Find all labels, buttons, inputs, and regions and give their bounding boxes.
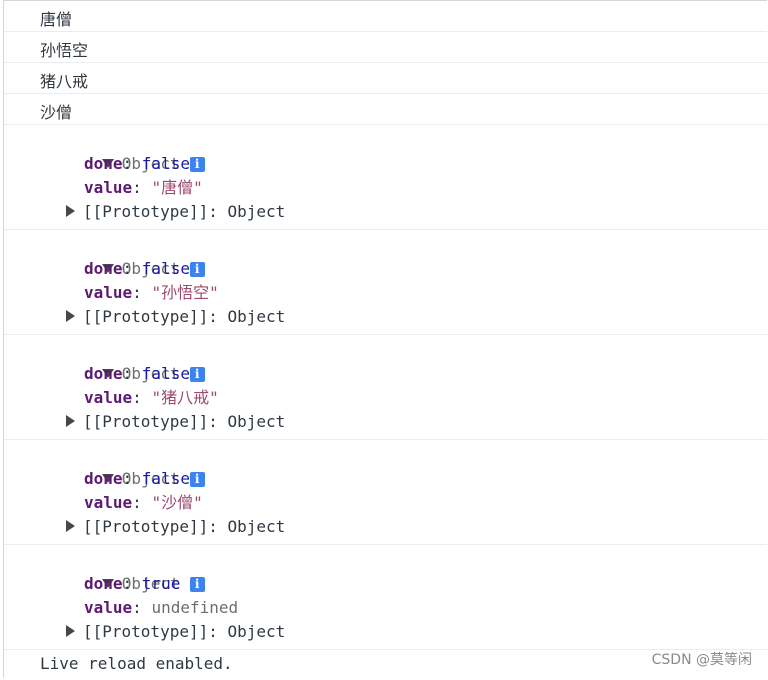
- info-icon[interactable]: i: [189, 262, 205, 277]
- property-value: false: [141, 154, 190, 173]
- property-done: done: false: [84, 364, 190, 383]
- live-reload-message: Live reload enabled.: [40, 654, 233, 673]
- object-header[interactable]: Object i: [44, 548, 205, 593]
- prototype-key: [[Prototype]]: [83, 412, 209, 431]
- property-done: done: false: [84, 154, 190, 173]
- property-key: value: [84, 493, 133, 512]
- property-value: false: [141, 469, 190, 488]
- property-value: true: [141, 574, 181, 593]
- expand-triangle-icon[interactable]: [66, 520, 75, 532]
- property-value: undefined: [151, 598, 239, 617]
- info-icon[interactable]: i: [189, 367, 205, 382]
- property-value-row: value: "猪八戒": [84, 388, 219, 407]
- info-icon[interactable]: i: [189, 577, 205, 592]
- property-key: done: [84, 259, 123, 278]
- property-key: done: [84, 469, 123, 488]
- prototype-value: Object: [227, 622, 286, 641]
- property-key: value: [84, 283, 133, 302]
- expand-triangle-icon[interactable]: [66, 625, 75, 637]
- property-value: "猪八戒": [151, 388, 219, 407]
- info-icon[interactable]: i: [189, 472, 205, 487]
- console-object-entry: Object i done: false value: "沙僧" [[Protot…: [4, 440, 767, 545]
- prototype-key: [[Prototype]]: [83, 517, 209, 536]
- prototype-row[interactable]: [[Prototype]]: Object: [66, 620, 285, 644]
- prototype-value: Object: [227, 517, 286, 536]
- prototype-value: Object: [227, 202, 286, 221]
- property-value: false: [141, 259, 190, 278]
- console-log-row: 唐僧: [4, 1, 767, 32]
- property-value: "唐僧": [151, 178, 203, 197]
- console-object-entry: Object i done: false value: "孙悟空" [[Proto…: [4, 230, 767, 335]
- prototype-key: [[Prototype]]: [83, 202, 209, 221]
- property-done: done: false: [84, 469, 190, 488]
- info-icon[interactable]: i: [189, 157, 205, 172]
- property-value: false: [141, 364, 190, 383]
- console-object-entry: Object i done: true value: undefined [[Pr…: [4, 545, 767, 650]
- property-value: "沙僧": [151, 493, 203, 512]
- console-log-row: 猪八戒: [4, 63, 767, 94]
- object-header[interactable]: Object i: [44, 128, 205, 173]
- property-value-row: value: "唐僧": [84, 178, 203, 197]
- property-value: "孙悟空": [151, 283, 219, 302]
- property-done: done: true: [84, 574, 181, 593]
- property-key: value: [84, 178, 133, 197]
- prototype-value: Object: [227, 307, 286, 326]
- log-text: 孙悟空: [40, 41, 89, 60]
- property-key: done: [84, 364, 123, 383]
- object-header[interactable]: Object i: [44, 338, 205, 383]
- prototype-value: Object: [227, 412, 286, 431]
- property-value-row: value: "沙僧": [84, 493, 203, 512]
- prototype-key: [[Prototype]]: [83, 622, 209, 641]
- property-value-row: value: "孙悟空": [84, 283, 219, 302]
- watermark: CSDN @莫等闲: [651, 652, 752, 668]
- log-text: 唐僧: [40, 10, 73, 29]
- prototype-key: [[Prototype]]: [83, 307, 209, 326]
- log-text: 猪八戒: [40, 72, 89, 91]
- expand-triangle-icon[interactable]: [66, 415, 75, 427]
- console-panel: 唐僧 孙悟空 猪八戒 沙僧 Object i done: false value:…: [3, 0, 767, 678]
- prototype-row[interactable]: [[Prototype]]: Object: [66, 305, 285, 329]
- prototype-row[interactable]: [[Prototype]]: Object: [66, 410, 285, 434]
- expand-triangle-icon[interactable]: [66, 310, 75, 322]
- property-key: done: [84, 154, 123, 173]
- object-header[interactable]: Object i: [44, 233, 205, 278]
- property-done: done: false: [84, 259, 190, 278]
- console-log-row: 孙悟空: [4, 32, 767, 63]
- expand-triangle-icon[interactable]: [66, 205, 75, 217]
- property-key: done: [84, 574, 123, 593]
- prototype-row[interactable]: [[Prototype]]: Object: [66, 200, 285, 224]
- prototype-row[interactable]: [[Prototype]]: Object: [66, 515, 285, 539]
- log-text: 沙僧: [40, 103, 73, 122]
- property-key: value: [84, 388, 133, 407]
- console-log-row: 沙僧: [4, 94, 767, 125]
- object-header[interactable]: Object i: [44, 443, 205, 488]
- console-object-entry: Object i done: false value: "唐僧" [[Protot…: [4, 125, 767, 230]
- property-key: value: [84, 598, 133, 617]
- property-value-row: value: undefined: [84, 598, 239, 617]
- console-object-entry: Object i done: false value: "猪八戒" [[Proto…: [4, 335, 767, 440]
